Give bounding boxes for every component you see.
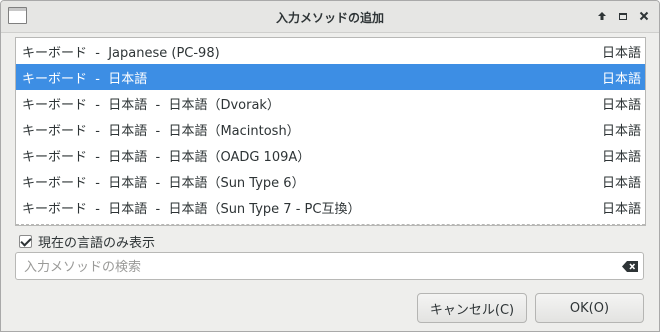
list-item-name: キーボード - 日本語 - 日本語（Dvorak） xyxy=(22,97,280,113)
current-language-only-checkbox-row[interactable]: 現在の言語のみ表示 xyxy=(19,232,155,251)
list-item-name: キーボード - 日本語 - 日本語（Macintosh） xyxy=(22,123,300,139)
list-item-language: 日本語 xyxy=(601,45,641,61)
input-method-list[interactable]: キーボード - Japanese (PC-98) 日本語 キーボード - 日本語 日本… xyxy=(15,37,646,226)
list-item-language: 日本語 xyxy=(601,175,641,191)
search-field[interactable] xyxy=(15,252,644,280)
list-item[interactable]: キーボード - 日本語 - 日本語（Macintosh） 日本語 xyxy=(16,116,645,142)
list-item[interactable]: キーボード - 日本語 - 日本語（OADG 109A） 日本語 xyxy=(16,142,645,168)
add-input-method-dialog: 入力メソッドの追加 キーボード - Japanese (PC-98) 日本語 キーボ… xyxy=(0,0,660,332)
list-item-name: キーボード - Japanese (PC-98) xyxy=(22,45,220,61)
list-item-name: キーボード - 日本語 - 日本語（Sun Type 6） xyxy=(22,175,305,191)
list-item[interactable]: キーボード - 日本語 - 日本語（Dvorak） 日本語 xyxy=(16,90,645,116)
window-title: 入力メソッドの追加 xyxy=(275,11,384,25)
list-item-name: キーボード - 日本語 xyxy=(22,71,148,87)
list-item-language: 日本語 xyxy=(601,201,641,217)
list-item-language: 日本語 xyxy=(601,97,641,113)
list-item[interactable]: キーボード - 日本語 日本語 xyxy=(16,64,645,90)
search-input[interactable] xyxy=(22,256,616,278)
list-item[interactable]: キーボード - 日本語 - 日本語（Sun Type 7 - PC互換） 日本語 xyxy=(16,194,645,220)
title-bar[interactable]: 入力メソッドの追加 xyxy=(1,1,659,33)
list-item-language: 日本語 xyxy=(601,149,641,165)
close-icon[interactable] xyxy=(637,9,651,23)
current-language-only-checkbox[interactable] xyxy=(19,234,32,248)
list-item[interactable]: キーボード - 日本語 - 日本語（Sun Type 6） 日本語 xyxy=(16,168,645,194)
list-item-language: 日本語 xyxy=(601,123,641,139)
cancel-button[interactable]: キャンセル(C) xyxy=(417,293,527,323)
list-scroll-edge xyxy=(16,224,645,225)
list-item-name: キーボード - 日本語 - 日本語（OADG 109A） xyxy=(22,149,311,165)
current-language-only-label[interactable]: 現在の言語のみ表示 xyxy=(38,232,155,251)
maximize-icon[interactable] xyxy=(616,9,630,23)
list-item[interactable]: キーボード - Japanese (PC-98) 日本語 xyxy=(16,38,645,64)
list-item-language: 日本語 xyxy=(601,71,641,87)
list-item-name: キーボード - 日本語 - 日本語（Sun Type 7 - PC互換） xyxy=(22,201,361,217)
clear-search-icon[interactable] xyxy=(622,261,638,272)
arrow-up-icon[interactable] xyxy=(595,9,609,23)
ok-button[interactable]: OK(O) xyxy=(535,293,644,323)
